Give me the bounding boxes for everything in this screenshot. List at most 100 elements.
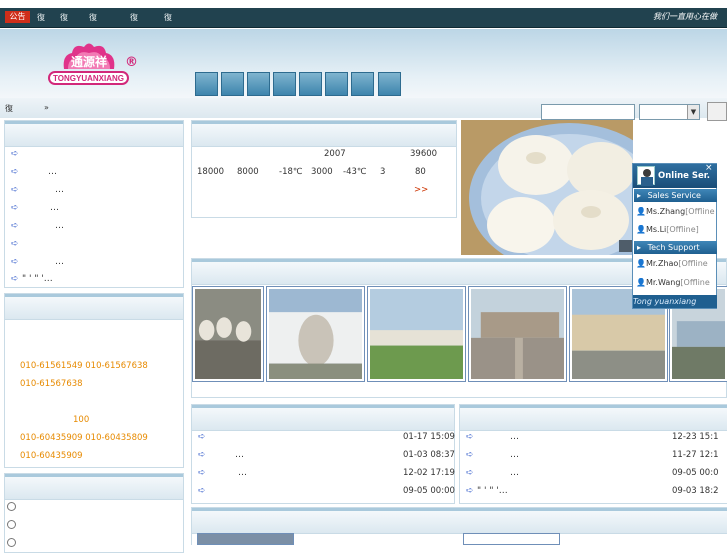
poll-radio-2[interactable] — [7, 520, 16, 529]
user-icon: 👤 — [636, 207, 646, 216]
service-agent-icon — [641, 169, 653, 186]
intro-area: 39600 — [410, 149, 438, 159]
arrow-right-icon: ➪ — [466, 450, 474, 460]
intro-value-4: 3000 — [311, 167, 333, 177]
product-item-2[interactable]: … — [48, 167, 57, 177]
product-item-8[interactable]: " ' " '… — [22, 274, 53, 284]
intro-value-5: -43℃ — [343, 167, 367, 177]
nav-button-2[interactable] — [221, 72, 244, 96]
tech-support-label: Tech Support — [647, 243, 700, 252]
logo-cn-text: 通源祥 — [71, 54, 107, 69]
top-nav-link-4[interactable]: 復 — [130, 12, 138, 23]
factory-building-photo — [370, 289, 463, 379]
top-nav-link-3[interactable]: 復 — [89, 12, 97, 23]
bottom-photo-1[interactable] — [197, 533, 294, 545]
search-input[interactable] — [541, 104, 635, 120]
arrow-right-icon: ➪ — [198, 450, 206, 460]
arrow-right-icon: ➪ — [11, 221, 19, 231]
search-button[interactable] — [707, 102, 727, 121]
contact-phone-2: 010-61567638 — [20, 379, 83, 389]
arrow-right-icon: ➪ — [11, 257, 19, 267]
nav-button-8[interactable] — [378, 72, 401, 96]
contact-postcode: 100 — [73, 415, 90, 425]
arrow-right-icon: ➪ — [198, 468, 206, 478]
gallery-photo-2[interactable] — [266, 286, 365, 382]
products-panel-header — [5, 121, 183, 147]
nav-button-3[interactable] — [247, 72, 270, 96]
service-person-4[interactable]: 👤Mr.Wang[Offline — [636, 278, 716, 287]
nav-button-7[interactable] — [351, 72, 374, 96]
gallery-photo-4[interactable] — [468, 286, 567, 382]
arrow-right-icon: ➪ — [11, 149, 19, 159]
intro-more-link[interactable]: >> — [414, 185, 428, 195]
nav-button-1[interactable] — [195, 72, 218, 96]
contact-phone-3: 010-60435909 010-60435809 — [20, 433, 148, 443]
logo-flower-icon[interactable]: 通源祥 — [60, 41, 118, 71]
intro-value-2: 8000 — [237, 167, 259, 177]
poll-radio-3[interactable] — [7, 538, 16, 547]
news-right-date-2: 11-27 12:1 — [672, 450, 719, 460]
nav-button-6[interactable] — [325, 72, 348, 96]
chevron-down-icon[interactable]: ▼ — [687, 105, 699, 119]
caret-right-icon: ▸ — [637, 243, 642, 252]
bottom-panel-header — [192, 508, 727, 534]
slogan-text: 我们一直用心在做 — [653, 12, 717, 21]
nav-button-4[interactable] — [273, 72, 296, 96]
arrow-right-icon: ➪ — [466, 468, 474, 478]
news-right-title-4[interactable]: " ' " '… — [477, 486, 508, 496]
news-right-title-2[interactable]: … — [510, 450, 519, 460]
user-icon: 👤 — [636, 225, 646, 234]
close-icon[interactable]: × — [705, 163, 713, 173]
news-right-title-3[interactable]: … — [510, 468, 519, 478]
news-right-date-3: 09-05 00:0 — [672, 468, 719, 478]
nav-button-5[interactable] — [299, 72, 322, 96]
news-left-header — [192, 405, 454, 431]
bottom-photo-2[interactable] — [463, 533, 560, 545]
news-left-title-2[interactable]: … — [235, 450, 244, 460]
gallery-photo-1[interactable] — [192, 286, 264, 382]
top-nav-link-1[interactable]: 復 — [37, 12, 45, 23]
announcement-badge: 公告 — [5, 11, 30, 23]
service-person-2[interactable]: 👤Ms.Li[Offline] — [636, 225, 716, 234]
arrow-right-icon: ➪ — [198, 432, 206, 442]
news-right-header — [460, 405, 727, 431]
intro-year: 2007 — [324, 149, 346, 159]
arrow-right-icon: ➪ — [11, 185, 19, 195]
poll-radio-1[interactable] — [7, 502, 16, 511]
arrow-right-icon: ➪ — [11, 239, 19, 249]
sales-service-section[interactable]: ▸ Sales Service — [634, 189, 717, 202]
service-person-1[interactable]: 👤Ms.Zhang[Offline — [636, 207, 716, 216]
news-right-title-1[interactable]: … — [510, 432, 519, 442]
contact-phone-1: 010-61561549 010-61567638 — [20, 361, 148, 371]
user-icon: 👤 — [636, 278, 646, 287]
online-service-footer: Tong yuanxiang — [633, 295, 717, 308]
service-person-3[interactable]: 👤Mr.Zhao[Offline — [636, 259, 716, 268]
logo-en-text[interactable]: TONGYUANXIANG — [48, 71, 129, 85]
intro-value-3: -18℃ — [279, 167, 303, 177]
product-item-3[interactable]: … — [55, 185, 64, 195]
top-nav-link-2[interactable]: 復 — [60, 12, 68, 23]
gallery-photo-3[interactable] — [367, 286, 466, 382]
news-left-date-4: 09-05 00:00 — [403, 486, 455, 496]
products-panel — [4, 120, 184, 288]
factory-gate-photo — [471, 289, 564, 379]
news-left-date-1: 01-17 15:09 — [403, 432, 455, 442]
avatar — [637, 166, 655, 186]
intro-panel-header — [192, 121, 456, 147]
user-icon: 👤 — [636, 259, 646, 268]
tech-support-section[interactable]: ▸ Tech Support — [634, 241, 717, 254]
news-right-date-1: 12-23 15:1 — [672, 432, 719, 442]
contact-phone-4: 010-60435909 — [20, 451, 83, 461]
news-right-date-4: 09-03 18:2 — [672, 486, 719, 496]
product-item-4[interactable]: … — [50, 203, 59, 213]
steamed-buns-image — [461, 120, 633, 255]
arrow-right-icon: ➪ — [198, 486, 206, 496]
product-item-7[interactable]: … — [55, 257, 64, 267]
news-left-title-3[interactable]: … — [238, 468, 247, 478]
stone-monument-photo — [269, 289, 362, 379]
top-nav-link-5[interactable]: 復 — [164, 12, 172, 23]
product-item-5[interactable]: … — [55, 221, 64, 231]
workers-photo — [195, 289, 261, 379]
breadcrumb-home[interactable]: 復 — [5, 103, 13, 114]
intro-value-1: 18000 — [197, 167, 225, 177]
